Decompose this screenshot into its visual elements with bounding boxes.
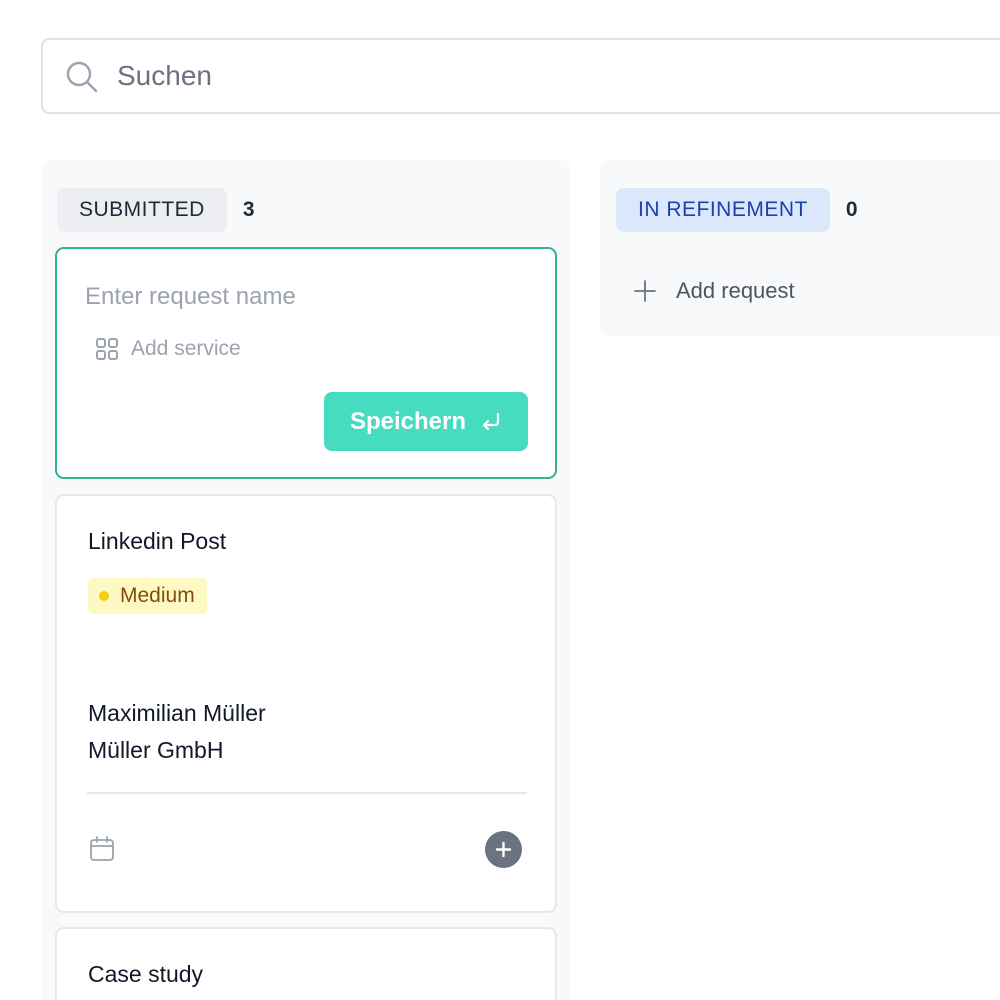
- plus-icon: [634, 280, 656, 302]
- request-title: Case study: [88, 961, 204, 987]
- request-card[interactable]: Linkedin Post Medium Maximilian Müller M…: [55, 494, 557, 913]
- new-request-form: Add service Speichern: [55, 247, 557, 479]
- request-title: Linkedin Post: [88, 528, 227, 554]
- status-pill-submitted: SUBMITTED: [57, 188, 227, 232]
- add-service-label: Add service: [131, 337, 241, 360]
- status-pill-in-refinement: IN REFINEMENT: [616, 188, 830, 232]
- priority-label: Medium: [120, 584, 195, 607]
- grid-icon: [96, 338, 118, 360]
- column-header-submitted: SUBMITTED 3: [57, 188, 255, 232]
- search-input[interactable]: [117, 54, 997, 98]
- save-button[interactable]: Speichern: [324, 392, 528, 451]
- card-divider: [87, 792, 527, 794]
- save-button-label: Speichern: [349, 407, 467, 435]
- column-count: 0: [845, 198, 858, 221]
- contact-name: Maximilian Müller: [88, 700, 266, 726]
- add-request-button[interactable]: Add request: [632, 278, 795, 304]
- add-request-label: Add request: [676, 278, 795, 303]
- column-in-refinement: [600, 160, 1000, 336]
- request-name-input[interactable]: [85, 279, 525, 315]
- plus-icon: [495, 841, 512, 858]
- calendar-icon[interactable]: [88, 835, 116, 863]
- add-service-button[interactable]: Add service: [95, 337, 241, 361]
- enter-key-icon: [482, 412, 500, 430]
- add-assignee-button[interactable]: [485, 831, 522, 868]
- column-count: 3: [242, 198, 255, 221]
- priority-dot-icon: [99, 591, 109, 601]
- company-name: Müller GmbH: [88, 737, 224, 763]
- request-card[interactable]: Case study: [55, 927, 557, 1000]
- search-bar[interactable]: [41, 38, 1000, 114]
- search-icon: [66, 61, 98, 93]
- kanban-board: SUBMITTED 3 Add service Speichern Linked…: [0, 0, 1000, 1000]
- priority-badge: Medium: [88, 578, 207, 614]
- column-header-in-refinement: IN REFINEMENT 0: [616, 188, 858, 232]
